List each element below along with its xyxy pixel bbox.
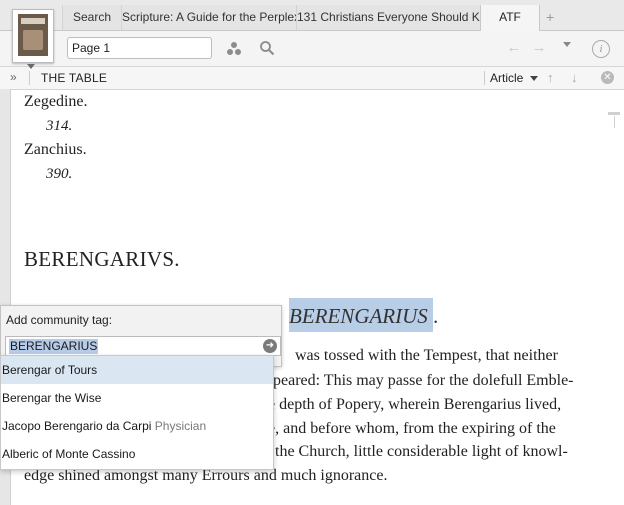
history-dropdown-icon[interactable] (563, 42, 571, 47)
index-page-number[interactable]: 390. (46, 166, 72, 183)
highlighted-heading[interactable]: BERENGARIUS (289, 304, 428, 329)
next-article-icon[interactable]: ↓ (571, 70, 578, 85)
search-icon[interactable] (259, 40, 275, 56)
section-bar: » THE TABLE Article ↑ ↓ ✕ (0, 67, 624, 90)
popup-label: Add community tag: (6, 313, 113, 327)
tab-scripture-guide[interactable]: Scripture: A Guide for the Perplexed (121, 5, 313, 30)
suggestion-text: Berengar the Wise (2, 391, 102, 405)
chevron-down-icon (27, 64, 35, 69)
suggestion-text: Alberic of Monte Cassino (2, 447, 136, 461)
previous-article-icon[interactable]: ↑ (547, 70, 554, 85)
scrollbar-top[interactable] (608, 112, 620, 115)
tag-input-value[interactable]: BERENGARIUS (9, 339, 99, 354)
book-cover-thumbnail[interactable] (12, 9, 54, 69)
suggestion-item[interactable]: Jacopo Berengario da Carpi Physician (1, 412, 273, 440)
suggestion-category: Physician (154, 419, 207, 433)
paragraph-line: e depth of Popery, wherein Berengarius l… (268, 396, 562, 413)
suggestion-item[interactable]: Berengar the Wise (1, 384, 273, 412)
index-entry: Zegedine. (24, 93, 88, 110)
section-title: THE TABLE (41, 71, 108, 85)
submit-arrow-icon[interactable]: ➜ (263, 339, 277, 353)
suggestion-text: Jacopo Berengario da Carpi (2, 419, 152, 433)
community-tag-input[interactable]: BERENGARIUS ➜ (5, 336, 281, 356)
article-view-dropdown[interactable]: Article (490, 71, 523, 85)
tab-bar: Search Scripture: A Guide for the Perple… (0, 0, 624, 31)
close-icon[interactable]: ✕ (601, 71, 614, 84)
divider (29, 71, 30, 85)
paragraph-line: e, and before whom, from the expiring of… (268, 420, 556, 437)
tab-search[interactable]: Search (62, 5, 121, 30)
divider (484, 71, 485, 85)
page-reference-input[interactable]: Page 1 (67, 37, 212, 59)
add-tab-button[interactable]: + (546, 9, 554, 25)
suggestion-item[interactable]: Berengar of Tours (1, 356, 273, 384)
navigation-toolbar: Page 1 ← → i (0, 31, 624, 67)
index-page-number[interactable]: 314. (46, 118, 72, 135)
chevron-down-icon[interactable] (530, 76, 538, 81)
back-arrow-icon[interactable]: ← (505, 39, 523, 57)
tag-suggestions-dropdown: Berengar of Tours Berengar the Wise Jaco… (0, 355, 274, 470)
paragraph-line: was tossed with the Tempest, that neithe… (295, 347, 558, 364)
expand-panel-icon[interactable]: » (10, 70, 17, 84)
forward-arrow-icon[interactable]: → (530, 39, 548, 57)
scrollbar-thumb[interactable] (614, 116, 615, 128)
tab-131-christians[interactable]: 131 Christians Everyone Should Know (296, 5, 502, 30)
heading-punctuation: . (433, 304, 439, 328)
paragraph-line: peared: This may passe for the dolefull … (273, 372, 574, 389)
visual-filters-icon[interactable] (226, 41, 242, 57)
index-entry: Zanchius. (24, 141, 87, 158)
paragraph-line: the Church, little considerable light of… (275, 443, 568, 460)
info-icon[interactable]: i (592, 40, 610, 58)
section-heading: BERENGARIVS. (24, 247, 180, 271)
book-cover-image (18, 14, 48, 56)
suggestion-text: Berengar of Tours (2, 363, 98, 377)
suggestion-item[interactable]: Alberic of Monte Cassino (1, 440, 273, 468)
tab-atf[interactable]: ATF (480, 5, 540, 31)
